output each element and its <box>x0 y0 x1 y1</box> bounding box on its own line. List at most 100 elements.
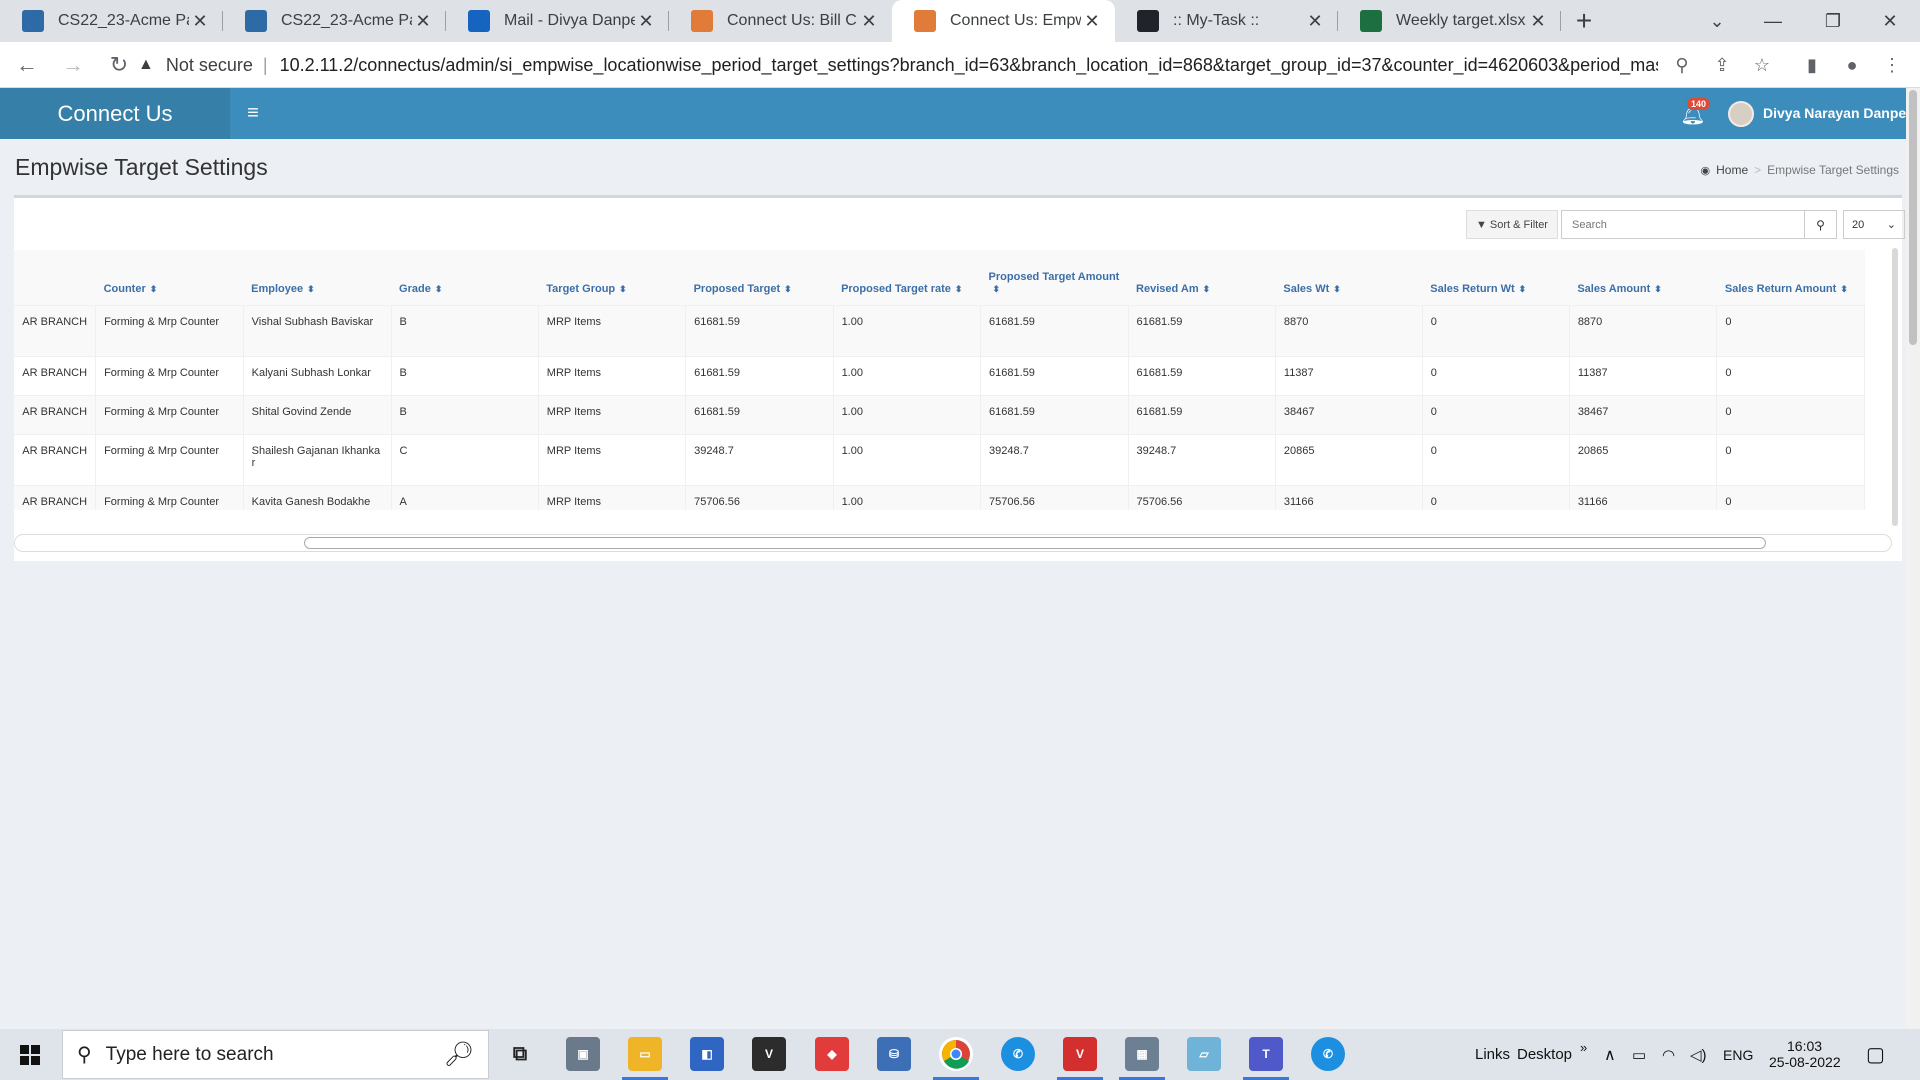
taskbar-search-box[interactable]: ⚲ Type here to search 🔎︎ <box>62 1030 489 1079</box>
sort-icon[interactable]: ⬍ <box>955 284 963 294</box>
forward-icon[interactable]: → <box>54 46 92 84</box>
browser-tab[interactable]: Weekly target.xlsx ✕ <box>1338 0 1561 42</box>
new-tab-button[interactable]: + <box>1561 0 1607 42</box>
table-row[interactable]: AR BRANCH Forming & Mrp Counter Shailesh G… <box>14 434 1865 486</box>
restore-icon[interactable]: ❐ <box>1805 0 1861 42</box>
clock-date[interactable]: 25-08-2022 <box>1769 1054 1841 1079</box>
zoom-icon[interactable]: ⚲ <box>1667 50 1697 80</box>
column-header[interactable]: Target Group ⬍ <box>538 250 686 306</box>
column-header[interactable]: Sales Amount ⬍ <box>1569 250 1717 306</box>
sort-icon[interactable]: ⬍ <box>307 284 315 294</box>
vnc-viewer-icon[interactable]: V <box>752 1037 786 1071</box>
column-header[interactable]: Sales Wt ⬍ <box>1275 250 1423 306</box>
sort-icon[interactable]: ⬍ <box>435 284 443 294</box>
teams-icon[interactable]: T <box>1249 1037 1283 1071</box>
reload-icon[interactable]: ↻ <box>100 46 138 84</box>
column-header[interactable]: Proposed Target Amount ⬍ <box>980 250 1129 306</box>
omnibox[interactable]: ▲ Not secure | 10.2.11.2/connectus/admin… <box>138 49 1658 81</box>
minimize-icon[interactable]: — <box>1745 0 1801 42</box>
page-scroll-thumb[interactable] <box>1909 90 1917 345</box>
sort-icon[interactable]: ⬍ <box>619 284 627 294</box>
table-row[interactable]: AR BRANCH Forming & Mrp Counter Kavita Gan… <box>14 485 1865 510</box>
column-header[interactable]: Proposed Target rate ⬍ <box>833 250 981 306</box>
v-app-icon[interactable]: V <box>1063 1037 1097 1071</box>
side-panel-icon[interactable]: ▮ <box>1797 50 1827 80</box>
start-button[interactable] <box>0 1029 60 1080</box>
table-row[interactable]: AR BRANCH Forming & Mrp Counter Shital Gov… <box>14 395 1865 435</box>
browser-tab[interactable]: CS22_23-Acme Padm✕ <box>223 0 446 42</box>
user-avatar[interactable] <box>1728 101 1754 127</box>
browser-tab[interactable]: :: My-Task :: ✕ <box>1115 0 1338 42</box>
search-button[interactable]: ⚲ <box>1805 210 1837 239</box>
close-window-icon[interactable]: ✕ <box>1862 0 1918 42</box>
phone-app-icon[interactable]: ✆ <box>1001 1037 1035 1071</box>
column-header[interactable]: Grade ⬍ <box>391 250 539 306</box>
table-vertical-scrollbar[interactable] <box>1892 248 1898 526</box>
notes-app-icon[interactable]: ▱ <box>1187 1037 1221 1071</box>
network-connections-icon[interactable]: ⛁ <box>877 1037 911 1071</box>
close-tab-icon[interactable]: ✕ <box>1304 11 1326 32</box>
close-tab-icon[interactable]: ✕ <box>635 11 657 32</box>
column-header[interactable]: Revised Am ⬍ <box>1128 250 1276 306</box>
page-size-select[interactable]: 20 ⌄ <box>1843 210 1905 239</box>
column-header[interactable]: Sales Return Wt ⬍ <box>1422 250 1570 306</box>
sort-icon[interactable]: ⬍ <box>1840 284 1848 294</box>
column-header[interactable]: Employee ⬍ <box>243 250 392 306</box>
browser-tab[interactable]: Connect Us: Bill Check✕ <box>669 0 892 42</box>
browser-tab[interactable]: Mail - Divya Danpelli✕ <box>446 0 669 42</box>
back-icon[interactable]: ← <box>8 46 46 84</box>
column-header[interactable]: Sales Return Amount ⬍ <box>1716 250 1865 306</box>
sort-icon[interactable]: ⬍ <box>150 284 158 294</box>
task-view-icon[interactable]: ⧉ <box>503 1037 537 1071</box>
page-scrollbar[interactable] <box>1906 88 1920 1029</box>
desktop-toolbar[interactable]: Desktop <box>1517 1029 1572 1080</box>
close-tab-icon[interactable]: ✕ <box>1081 11 1103 32</box>
search-input[interactable] <box>1561 210 1805 239</box>
column-header[interactable]: Proposed Target ⬍ <box>685 250 834 306</box>
clock-time[interactable]: 16:03 <box>1787 1029 1822 1054</box>
network-tool-icon[interactable]: ▣ <box>566 1037 600 1071</box>
user-name[interactable]: Divya Narayan Danpelli <box>1763 105 1918 121</box>
show-hidden-icons-icon[interactable]: ∧ <box>1604 1029 1616 1080</box>
links-toolbar[interactable]: Links <box>1475 1029 1510 1080</box>
softphone-icon[interactable]: ✆ <box>1311 1037 1345 1071</box>
chrome-menu-icon[interactable]: ⋮ <box>1877 50 1907 80</box>
sort-icon[interactable]: ⬍ <box>1519 284 1527 294</box>
browser-tab[interactable]: CS22_23-Acme Padm✕ <box>0 0 223 42</box>
sort-icon[interactable]: ⬍ <box>993 284 1001 294</box>
chrome-icon[interactable] <box>939 1037 973 1071</box>
bookmark-star-icon[interactable]: ☆ <box>1747 50 1777 80</box>
sort-icon[interactable]: ⬍ <box>1203 284 1211 294</box>
remote-desktop-icon[interactable]: ◧ <box>690 1037 724 1071</box>
browser-tab[interactable]: Connect Us: Empwise✕ <box>892 0 1115 42</box>
sort-filter-button[interactable]: ▼ Sort & Filter <box>1466 210 1558 239</box>
wifi-icon[interactable]: ◠ <box>1662 1029 1675 1080</box>
toolbar-overflow-icon[interactable]: » <box>1580 1022 1587 1073</box>
column-header[interactable]: Counter ⬍ <box>95 250 244 306</box>
sort-icon[interactable]: ⬍ <box>1333 284 1341 294</box>
table-row[interactable]: AR BRANCH Forming & Mrp Counter Vishal Sub… <box>14 305 1865 357</box>
close-tab-icon[interactable]: ✕ <box>858 11 880 32</box>
anydesk-icon[interactable]: ◆ <box>815 1037 849 1071</box>
sidebar-toggle-icon[interactable]: ≡ <box>240 100 266 126</box>
notification-center-icon[interactable]: ▢ <box>1866 1029 1885 1080</box>
calculator-icon[interactable]: ▦ <box>1125 1037 1159 1071</box>
close-tab-icon[interactable]: ✕ <box>1527 11 1549 32</box>
url-text[interactable]: 10.2.11.2/connectus/admin/si_empwise_loc… <box>280 55 1658 76</box>
file-explorer-icon[interactable]: ▭ <box>628 1037 662 1071</box>
volume-icon[interactable]: ◁) <box>1690 1029 1707 1080</box>
profile-icon[interactable]: ● <box>1837 50 1867 80</box>
share-icon[interactable]: ⇪ <box>1707 50 1737 80</box>
close-tab-icon[interactable]: ✕ <box>189 11 211 32</box>
language-indicator[interactable]: ENG <box>1723 1029 1753 1080</box>
sort-icon[interactable]: ⬍ <box>784 284 792 294</box>
table-row[interactable]: AR BRANCH Forming & Mrp Counter Kalyani Su… <box>14 356 1865 396</box>
app-logo[interactable]: Connect Us <box>0 88 230 139</box>
battery-icon[interactable]: ▭ <box>1632 1029 1646 1080</box>
horizontal-scroll-thumb[interactable] <box>304 537 1766 549</box>
breadcrumb-home-link[interactable]: Home <box>1716 163 1748 177</box>
close-tab-icon[interactable]: ✕ <box>412 11 434 32</box>
tab-search-chevron-icon[interactable]: ⌄ <box>1689 0 1745 42</box>
horizontal-scrollbar[interactable] <box>14 534 1892 552</box>
sort-icon[interactable]: ⬍ <box>1654 284 1662 294</box>
